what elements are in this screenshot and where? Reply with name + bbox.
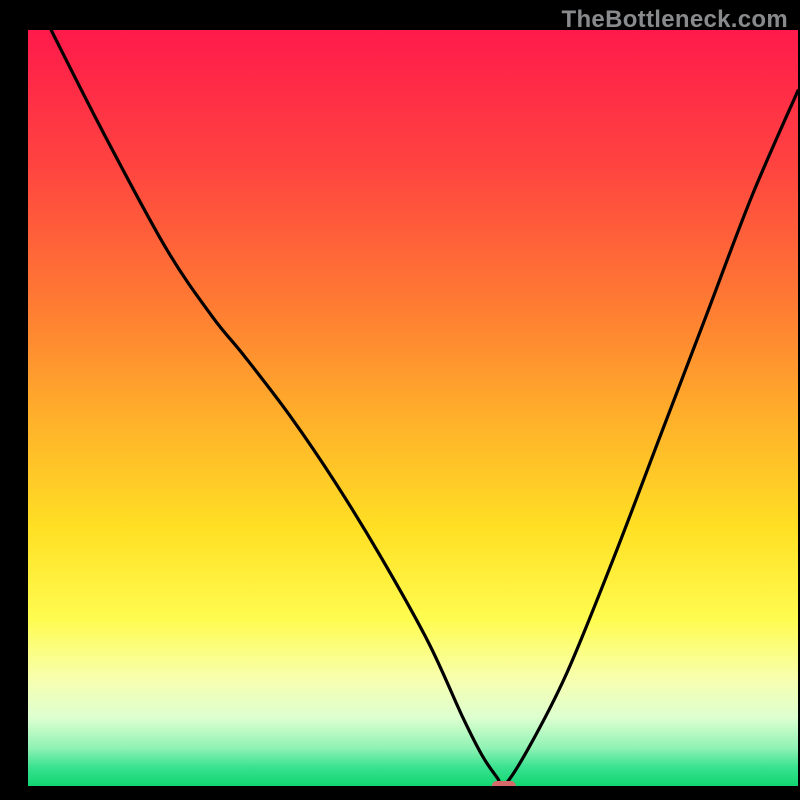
minimum-marker-pill xyxy=(492,781,516,786)
minimum-marker xyxy=(492,781,516,786)
plot-area xyxy=(28,30,798,786)
chart-svg xyxy=(28,30,798,786)
chart-frame: TheBottleneck.com xyxy=(14,0,800,786)
gradient-background xyxy=(28,30,798,786)
